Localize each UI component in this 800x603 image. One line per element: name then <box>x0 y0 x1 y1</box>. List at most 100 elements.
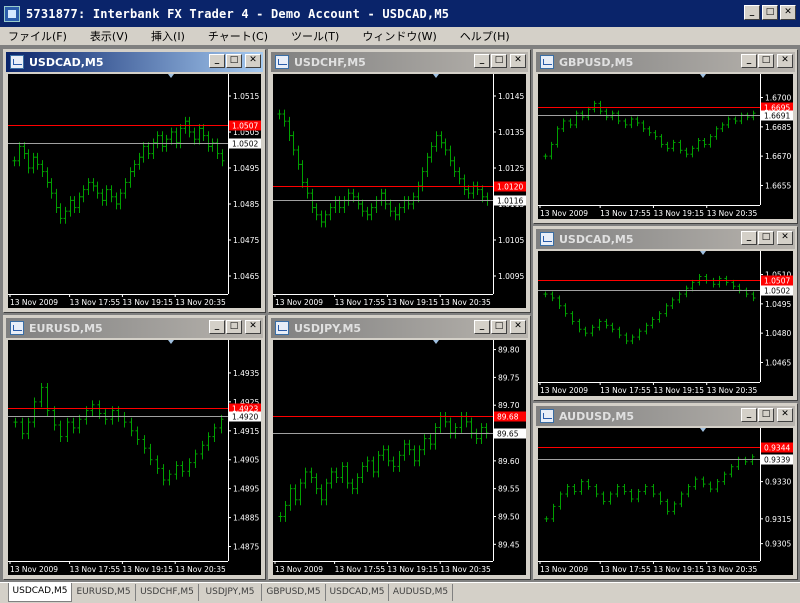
close-button[interactable]: ✕ <box>777 408 793 422</box>
close-button[interactable]: ✕ <box>245 54 261 68</box>
chart-title-bar[interactable]: EURUSD,M5 _ □ ✕ <box>6 318 263 338</box>
shift-marker-icon[interactable] <box>700 251 706 255</box>
price-bar <box>684 147 689 158</box>
chart-window-usdcad[interactable]: USDCAD,M5 _ □ ✕ 1.0515 1.0505 1.0495 1.0485 1.04… <box>3 49 266 313</box>
price-bar <box>329 467 334 489</box>
chart-title-bar[interactable]: USDCAD,M5 _ □ ✕ <box>6 52 263 72</box>
close-button[interactable]: ✕ <box>777 231 793 245</box>
chart-title-bar[interactable]: USDCHF,M5 _ □ ✕ <box>271 52 528 72</box>
time-tick-label: 13 Nov 2009 <box>275 565 323 574</box>
chart-area[interactable]: 1.4935 1.4925 1.4915 1.4905 1.4895 1.4885 1.48… <box>8 340 261 575</box>
ask-price-label: 1.0507 <box>232 122 258 131</box>
menu-file[interactable]: ファイル(F) <box>0 28 82 44</box>
chart-title-bar[interactable]: USDCAD,M5 _ □ ✕ <box>536 229 795 249</box>
shift-marker-icon[interactable] <box>700 428 706 432</box>
close-button[interactable]: ✕ <box>777 54 793 68</box>
maximize-button[interactable]: □ <box>758 408 774 422</box>
tab-usdjpy[interactable]: USDJPY,M5 <box>199 584 262 601</box>
chart-title-bar[interactable]: USDJPY,M5 _ □ ✕ <box>271 318 528 338</box>
price-bar <box>583 326 588 337</box>
price-bar <box>383 188 388 210</box>
bid-price-label: 1.6691 <box>764 112 790 121</box>
shift-marker-icon[interactable] <box>168 340 174 344</box>
price-tick-label: 1.0465 <box>765 358 791 367</box>
close-button[interactable]: ✕ <box>510 320 526 334</box>
chart-window-gbpusd[interactable]: GBPUSD,M5 _ □ ✕ 1.6700 1.6685 1.6670 1.6655 1.66… <box>533 49 798 224</box>
tab-usdcad[interactable]: USDCAD,M5 <box>8 583 72 602</box>
price-bar <box>658 491 663 505</box>
price-bar <box>161 464 166 486</box>
chart-title-bar[interactable]: GBPUSD,M5 _ □ ✕ <box>536 52 795 72</box>
tab-eurusd[interactable]: EURUSD,M5 <box>72 584 136 601</box>
tab-audusd[interactable]: AUDUSD,M5 <box>389 584 453 601</box>
menu-tools[interactable]: ツール(T) <box>283 28 354 44</box>
chart-area[interactable]: 1.01451.01351.01251.01151.01051.00951.01… <box>273 74 526 308</box>
tab-gbpusd[interactable]: GBPUSD,M5 <box>262 584 326 601</box>
maximize-button[interactable]: □ <box>226 320 242 334</box>
minimize-button[interactable]: _ <box>741 54 757 68</box>
price-bar <box>58 420 63 443</box>
menu-help[interactable]: ヘルプ(H) <box>452 28 525 44</box>
shift-marker-icon[interactable] <box>700 74 706 78</box>
chart-window-eurusd[interactable]: EURUSD,M5 _ □ ✕ 1.4935 1.4925 1.4915 1.4905 1.48… <box>3 315 266 580</box>
price-bar <box>726 116 731 129</box>
close-button[interactable]: ✕ <box>780 5 796 20</box>
minimize-button[interactable]: _ <box>474 320 490 334</box>
minimize-button[interactable]: _ <box>209 54 225 68</box>
price-bar <box>52 406 57 431</box>
price-bar <box>309 467 314 483</box>
title-bar[interactable]: 5731877: Interbank FX Trader 4 - Demo Ac… <box>0 0 800 27</box>
price-chart: 1.05151.05051.04951.04851.04751.04651.05… <box>8 74 261 307</box>
price-tick-label: 89.70 <box>498 401 520 410</box>
chart-title-bar[interactable]: AUDUSD,M5 _ □ ✕ <box>536 406 795 426</box>
chart-window-usdchf[interactable]: USDCHF,M5_□✕1.01451.01351.01251.01151.01… <box>268 49 531 313</box>
price-bar <box>114 192 119 210</box>
maximize-button[interactable]: □ <box>758 54 774 68</box>
chart-window-usdcad-2[interactable]: USDCAD,M5 _ □ ✕ 1.0510 1.0495 1.0480 1.0465 1.05… <box>533 226 798 401</box>
menu-insert[interactable]: 挿入(I) <box>143 28 200 44</box>
price-bar <box>386 445 391 467</box>
shift-marker-icon[interactable] <box>168 74 174 78</box>
price-bar <box>690 279 695 292</box>
price-bar <box>420 167 425 192</box>
price-bar <box>665 141 670 152</box>
minimize-button[interactable]: _ <box>741 231 757 245</box>
close-button[interactable]: ✕ <box>245 320 261 334</box>
chart-area[interactable]: 1.0515 1.0505 1.0495 1.0485 1.0475 1.0465 1.05… <box>8 74 261 308</box>
chart-area[interactable]: 1.0510 1.0495 1.0480 1.0465 1.0507 1.0502 13 N… <box>538 251 793 396</box>
price-bar <box>123 178 128 199</box>
maximize-button[interactable]: □ <box>491 54 507 68</box>
close-button[interactable]: ✕ <box>510 54 526 68</box>
price-bar <box>594 483 599 498</box>
price-bar <box>374 196 379 213</box>
shift-marker-icon[interactable] <box>433 74 439 78</box>
minimize-button[interactable]: _ <box>744 5 760 20</box>
maximize-button[interactable]: □ <box>491 320 507 334</box>
tab-usdchf[interactable]: USDCHF,M5 <box>136 584 199 601</box>
price-bar <box>693 476 698 490</box>
maximize-button[interactable]: □ <box>758 231 774 245</box>
chart-area[interactable]: 89.80 89.75 89.70 89.65 89.60 89.55 89.50 89.45… <box>273 340 526 575</box>
time-tick-label: 13 Nov 20:35 <box>707 209 758 218</box>
maximize-button[interactable]: □ <box>226 54 242 68</box>
menu-window[interactable]: ウィンドウ(W) <box>354 28 451 44</box>
time-tick-label: 13 Nov 17:55 <box>335 298 386 307</box>
menu-chart[interactable]: チャート(C) <box>200 28 283 44</box>
price-bar <box>622 483 627 495</box>
menu-view[interactable]: 表示(V) <box>82 28 143 44</box>
time-tick-label: 13 Nov 19:15 <box>653 565 704 574</box>
tab-usdcad-2[interactable]: USDCAD,M5 <box>326 584 389 601</box>
maximize-button[interactable]: □ <box>762 5 778 20</box>
chart-area[interactable]: 1.6700 1.6685 1.6670 1.6655 1.6695 1.6691 13 N… <box>538 74 793 219</box>
chart-area[interactable]: 0.9330 0.9315 0.9305 0.9344 0.9339 13 Nov 200… <box>538 428 793 575</box>
chart-window-usdjpy[interactable]: USDJPY,M5_□✕89.8089.7589.7089.6589.6089.… <box>268 315 531 580</box>
price-bar <box>717 275 722 288</box>
time-tick-label: 13 Nov 2009 <box>275 298 323 307</box>
price-bar <box>448 145 453 167</box>
minimize-button[interactable]: _ <box>209 320 225 334</box>
minimize-button[interactable]: _ <box>474 54 490 68</box>
minimize-button[interactable]: _ <box>741 408 757 422</box>
chart-window-audusd[interactable]: AUDUSD,M5 _ □ ✕ 0.9330 0.9315 0.9305 0.9344 0.93… <box>533 403 798 580</box>
price-bar <box>397 450 402 472</box>
shift-marker-icon[interactable] <box>433 340 439 344</box>
